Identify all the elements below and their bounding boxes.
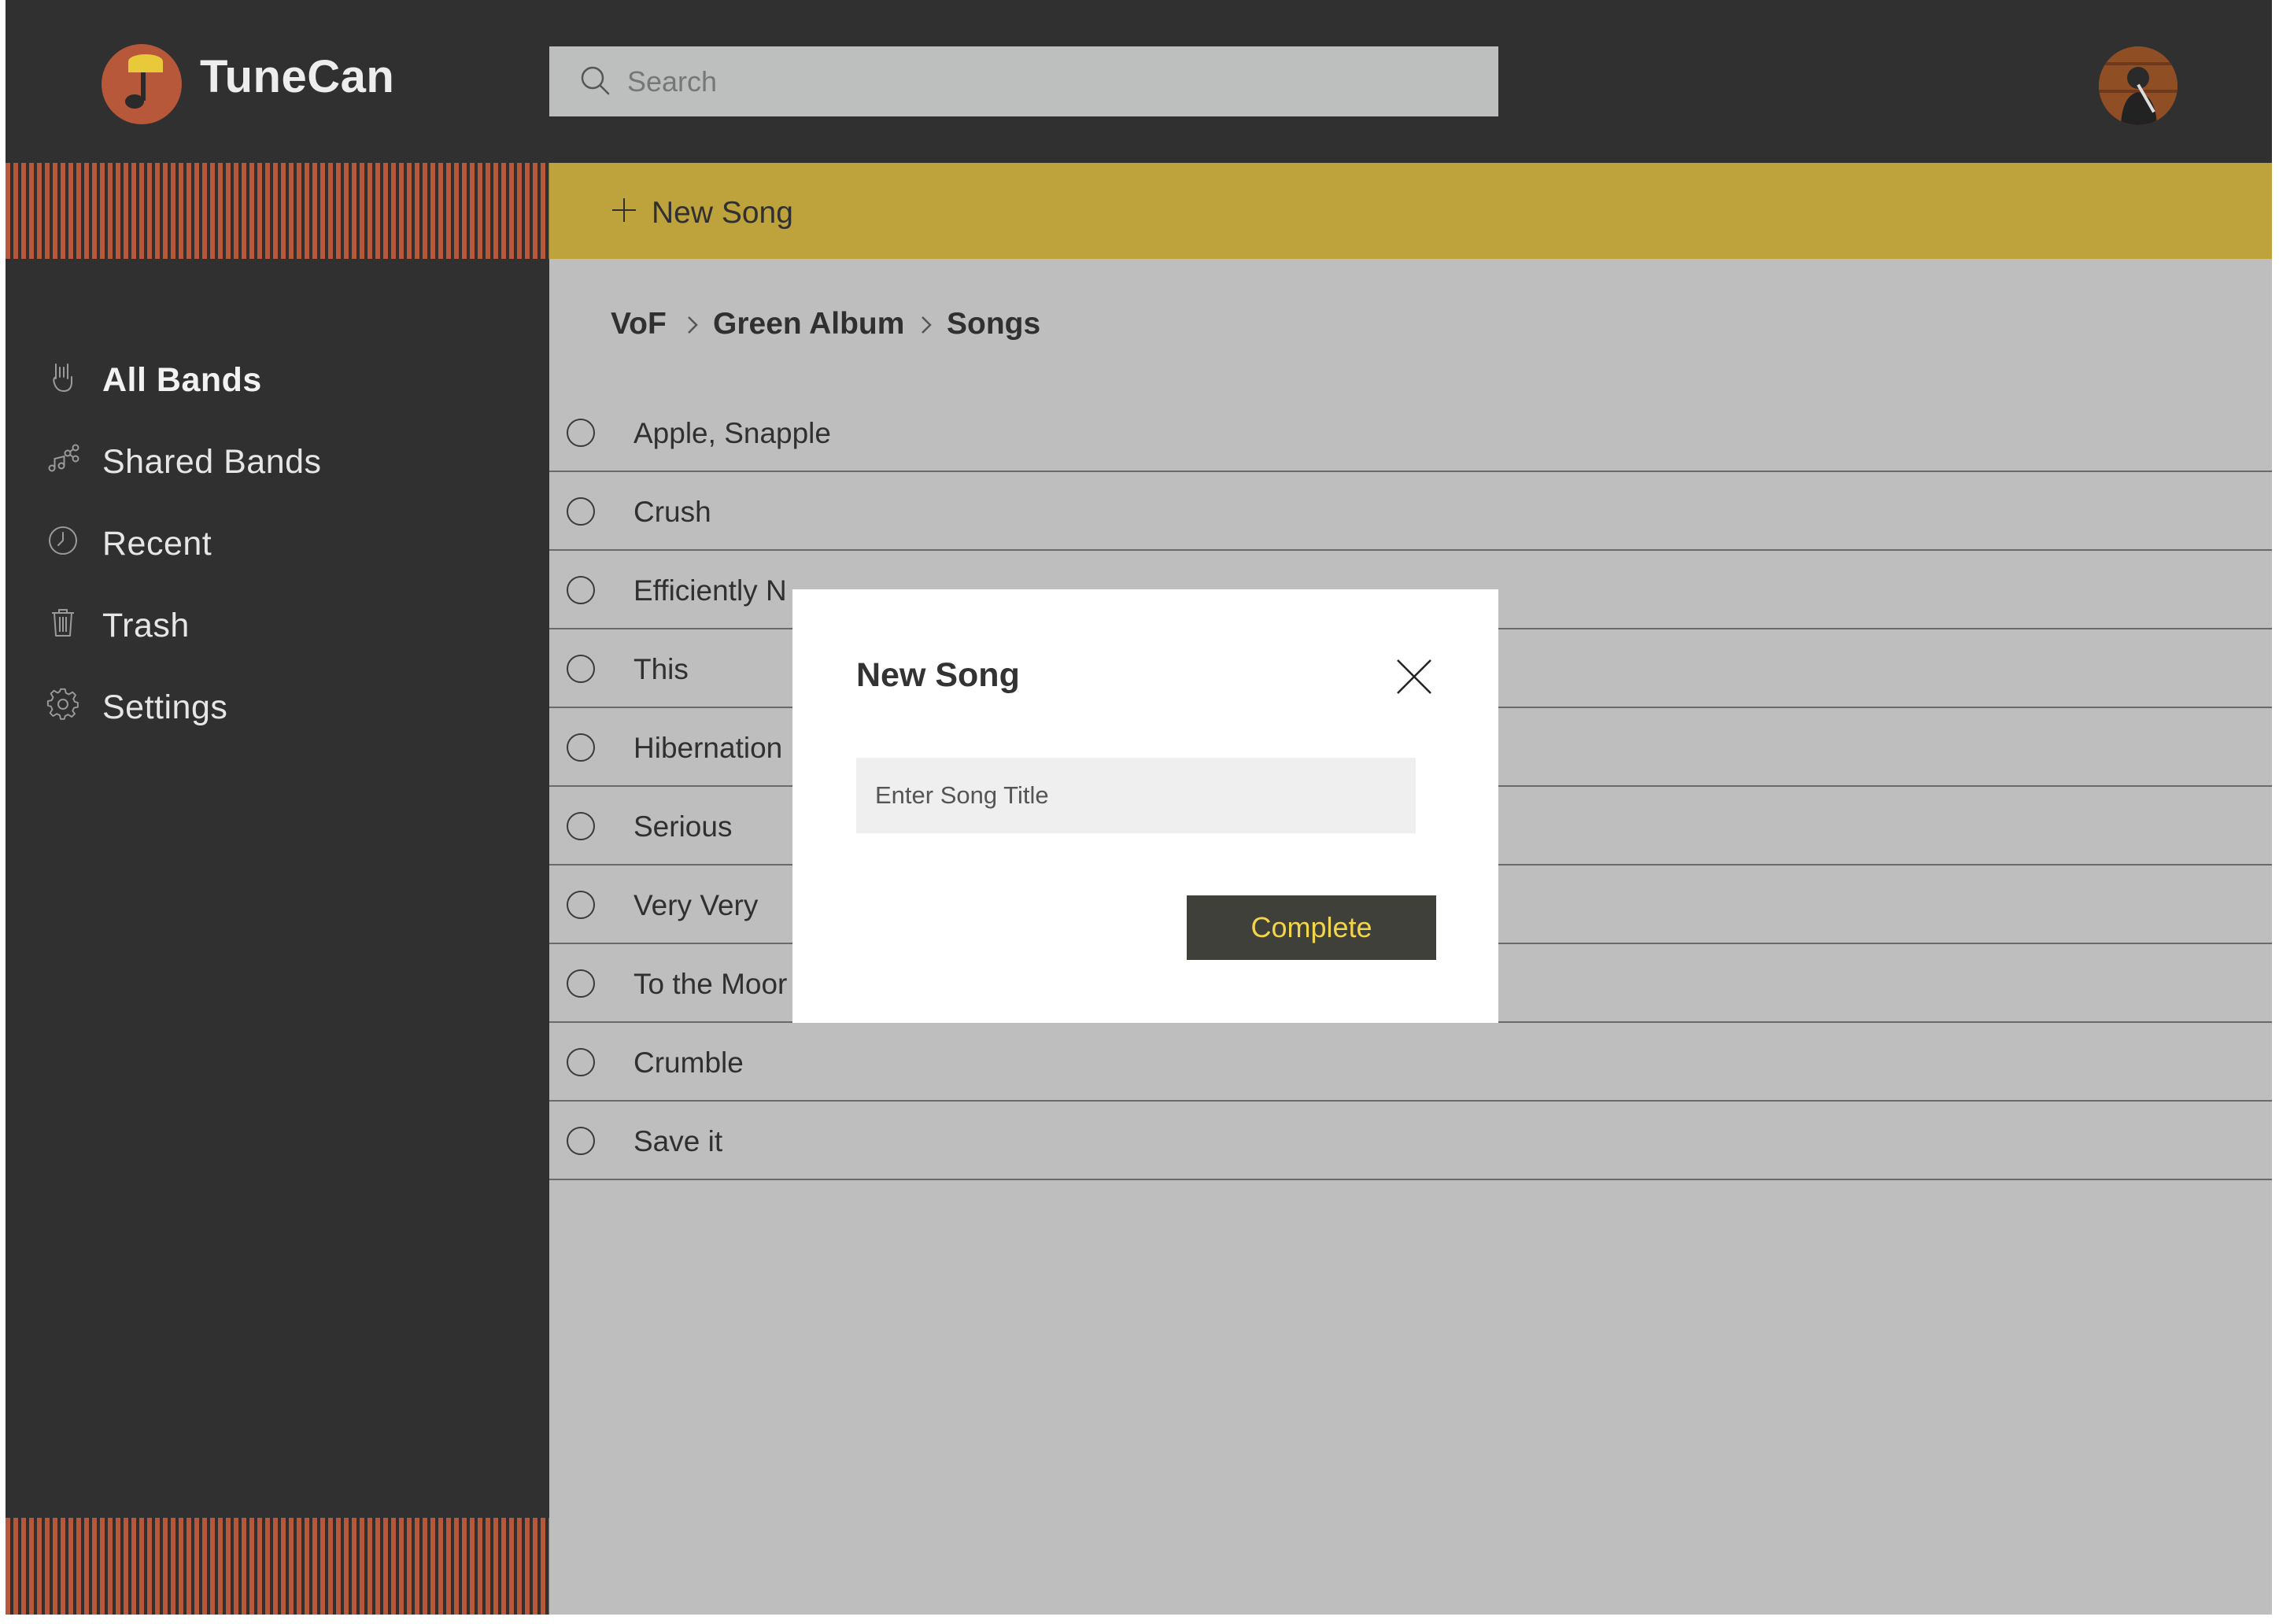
sidebar-item-label: Settings (102, 688, 228, 726)
search-input[interactable] (627, 46, 1477, 116)
sidebar-item-label: Trash (102, 607, 190, 644)
song-select-radio[interactable] (567, 419, 595, 447)
song-row[interactable]: Apple, Snapple (549, 393, 2272, 472)
breadcrumb-item-songs: Songs (947, 307, 1041, 341)
sidebar-item-label: Recent (102, 525, 212, 563)
sidebar-item-shared-bands[interactable]: Shared Bands (6, 427, 549, 490)
song-select-radio[interactable] (567, 812, 595, 840)
song-title: Crush (633, 496, 711, 528)
song-title: Crumble (633, 1046, 744, 1079)
search-bar[interactable] (549, 46, 1498, 116)
song-select-radio[interactable] (567, 733, 595, 762)
new-song-dialog: New Song Complete (792, 589, 1498, 1023)
gear-icon (46, 688, 79, 720)
song-row[interactable]: Save it (549, 1102, 2272, 1180)
toolbar: New Song (549, 163, 2272, 259)
shared-music-icon (48, 444, 79, 472)
clock-icon (49, 526, 77, 555)
close-icon[interactable] (1394, 657, 1434, 696)
song-title: Save it (633, 1125, 723, 1157)
song-title: To the Moor (633, 968, 788, 1000)
sidebar-item-recent[interactable]: Recent (6, 509, 549, 572)
rock-hand-icon (53, 364, 72, 393)
song-select-radio[interactable] (567, 891, 595, 919)
song-select-radio[interactable] (567, 1127, 595, 1155)
song-title: This (633, 653, 689, 685)
sidebar-item-label: All Bands (102, 361, 262, 399)
song-title: Efficiently N (633, 574, 787, 607)
song-title: Apple, Snapple (633, 417, 831, 449)
sidebar-item-label: Shared Bands (102, 443, 322, 481)
song-title: Serious (633, 810, 733, 843)
search-icon (581, 66, 610, 95)
user-avatar[interactable] (2099, 46, 2177, 125)
sidebar-stripe-bottom (6, 1518, 549, 1615)
breadcrumb-item-album[interactable]: Green Album (713, 307, 904, 341)
song-select-radio[interactable] (567, 969, 595, 998)
sidebar-item-trash[interactable]: Trash (6, 591, 549, 654)
song-title: Very Very (633, 889, 759, 921)
song-select-radio[interactable] (567, 655, 595, 683)
tunecan-logo[interactable] (102, 44, 182, 124)
song-row[interactable]: Crush (549, 472, 2272, 551)
trash-icon (52, 609, 74, 637)
sidebar: All Bands Shared Bands Recent Trash Sett… (6, 163, 549, 1615)
top-bar: TuneCan (6, 0, 2272, 163)
dialog-title: New Song (856, 656, 1020, 694)
app-window: TuneCan All Bands (6, 0, 2272, 1615)
song-row[interactable]: Crumble (549, 1023, 2272, 1102)
brand-name: TuneCan (200, 51, 395, 102)
sidebar-item-settings[interactable]: Settings (6, 673, 549, 736)
chevron-right-icon (922, 316, 932, 334)
plus-icon (612, 198, 636, 222)
song-select-radio[interactable] (567, 497, 595, 526)
chevron-right-icon (688, 316, 698, 334)
song-select-radio[interactable] (567, 576, 595, 604)
sidebar-item-all-bands[interactable]: All Bands (6, 345, 549, 408)
breadcrumb-item-band[interactable]: VoF (611, 307, 667, 341)
song-title: Hibernation (633, 732, 783, 764)
complete-button[interactable]: Complete (1187, 895, 1436, 960)
sidebar-stripe-top (6, 163, 549, 259)
song-title-input[interactable] (856, 758, 1416, 833)
new-song-label: New Song (652, 196, 793, 230)
song-select-radio[interactable] (567, 1048, 595, 1076)
